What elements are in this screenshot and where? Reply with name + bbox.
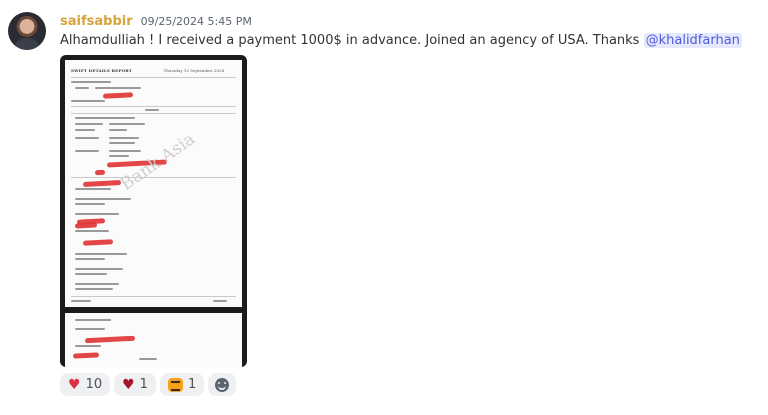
text-line: [71, 81, 111, 83]
text-line: [75, 137, 99, 139]
text-line: [71, 100, 105, 102]
text-line: [139, 358, 157, 360]
divider: [71, 296, 236, 297]
text-line: [75, 258, 105, 260]
redaction-mark: [82, 239, 114, 246]
text-line: [75, 188, 111, 190]
redaction-mark: [72, 352, 100, 359]
add-reaction-icon: [215, 377, 230, 392]
text-line: [75, 253, 127, 255]
reaction-count: 1: [187, 377, 197, 392]
text-line: [75, 129, 95, 131]
reaction-red-heart[interactable]: ♥ 10: [60, 373, 111, 396]
text-line: [109, 150, 141, 152]
tiger-icon: [167, 377, 183, 392]
redaction-mark: [82, 180, 122, 187]
text-line: [75, 213, 119, 215]
text-line: [75, 230, 109, 232]
reaction-tiger[interactable]: 1: [159, 373, 205, 396]
text-line: [75, 117, 135, 119]
avatar[interactable]: [8, 12, 46, 50]
text-line: [75, 288, 113, 290]
text-line: [75, 123, 103, 125]
text-line: [109, 129, 127, 131]
redaction-mark: [74, 222, 98, 229]
message-content: Alhamdulliah ! I received a payment 1000…: [60, 33, 742, 48]
text-line: [75, 150, 99, 152]
image-attachment[interactable]: SWIFT DETAILS REPORT Thursday 12 Septemb…: [60, 55, 247, 367]
add-reaction-button[interactable]: [208, 373, 237, 396]
text-line: [71, 300, 91, 302]
text-line: [75, 319, 111, 321]
redaction-mark: [102, 92, 134, 99]
text-line: [75, 345, 101, 347]
red-heart-icon: ♥: [68, 376, 81, 393]
message-header: saifsabbir 09/25/2024 5:45 PM: [60, 14, 252, 32]
redaction-mark: [94, 169, 106, 176]
text-line: [75, 203, 105, 205]
reaction-bar: ♥ 10 ♥ 1 1: [60, 373, 237, 396]
text-line: [109, 137, 139, 139]
text-line: [75, 283, 119, 285]
message-text: Alhamdulliah ! I received a payment 1000…: [60, 33, 644, 48]
reaction-count: 10: [85, 377, 103, 392]
text-line: [75, 87, 89, 89]
reaction-count: 1: [139, 377, 148, 392]
document-page-2: [65, 313, 242, 367]
text-line: [75, 273, 107, 275]
avatar-shirt: [14, 38, 40, 50]
text-line: [109, 123, 145, 125]
document-page-1: SWIFT DETAILS REPORT Thursday 12 Septemb…: [65, 60, 242, 307]
username[interactable]: saifsabbir: [60, 14, 133, 29]
text-line: [75, 328, 105, 330]
reaction-dark-red-heart[interactable]: ♥ 1: [114, 373, 156, 396]
text-line: [145, 109, 159, 111]
chat-message: saifsabbir 09/25/2024 5:45 PM Alhamdulli…: [0, 0, 768, 415]
divider: [71, 113, 236, 114]
document-date: Thursday 12 September 2024: [163, 68, 224, 73]
text-line: [109, 142, 135, 144]
divider: [71, 77, 236, 78]
user-mention[interactable]: @khalidfarhan: [643, 33, 742, 48]
document-title: SWIFT DETAILS REPORT: [71, 68, 132, 73]
text-line: [75, 198, 131, 200]
divider: [71, 106, 236, 107]
text-line: [95, 87, 141, 89]
text-line: [213, 300, 227, 302]
text-line: [109, 155, 129, 157]
text-line: [75, 268, 123, 270]
redaction-mark: [84, 335, 136, 344]
dark-red-heart-icon: ♥: [122, 376, 135, 393]
timestamp: 09/25/2024 5:45 PM: [140, 15, 252, 28]
